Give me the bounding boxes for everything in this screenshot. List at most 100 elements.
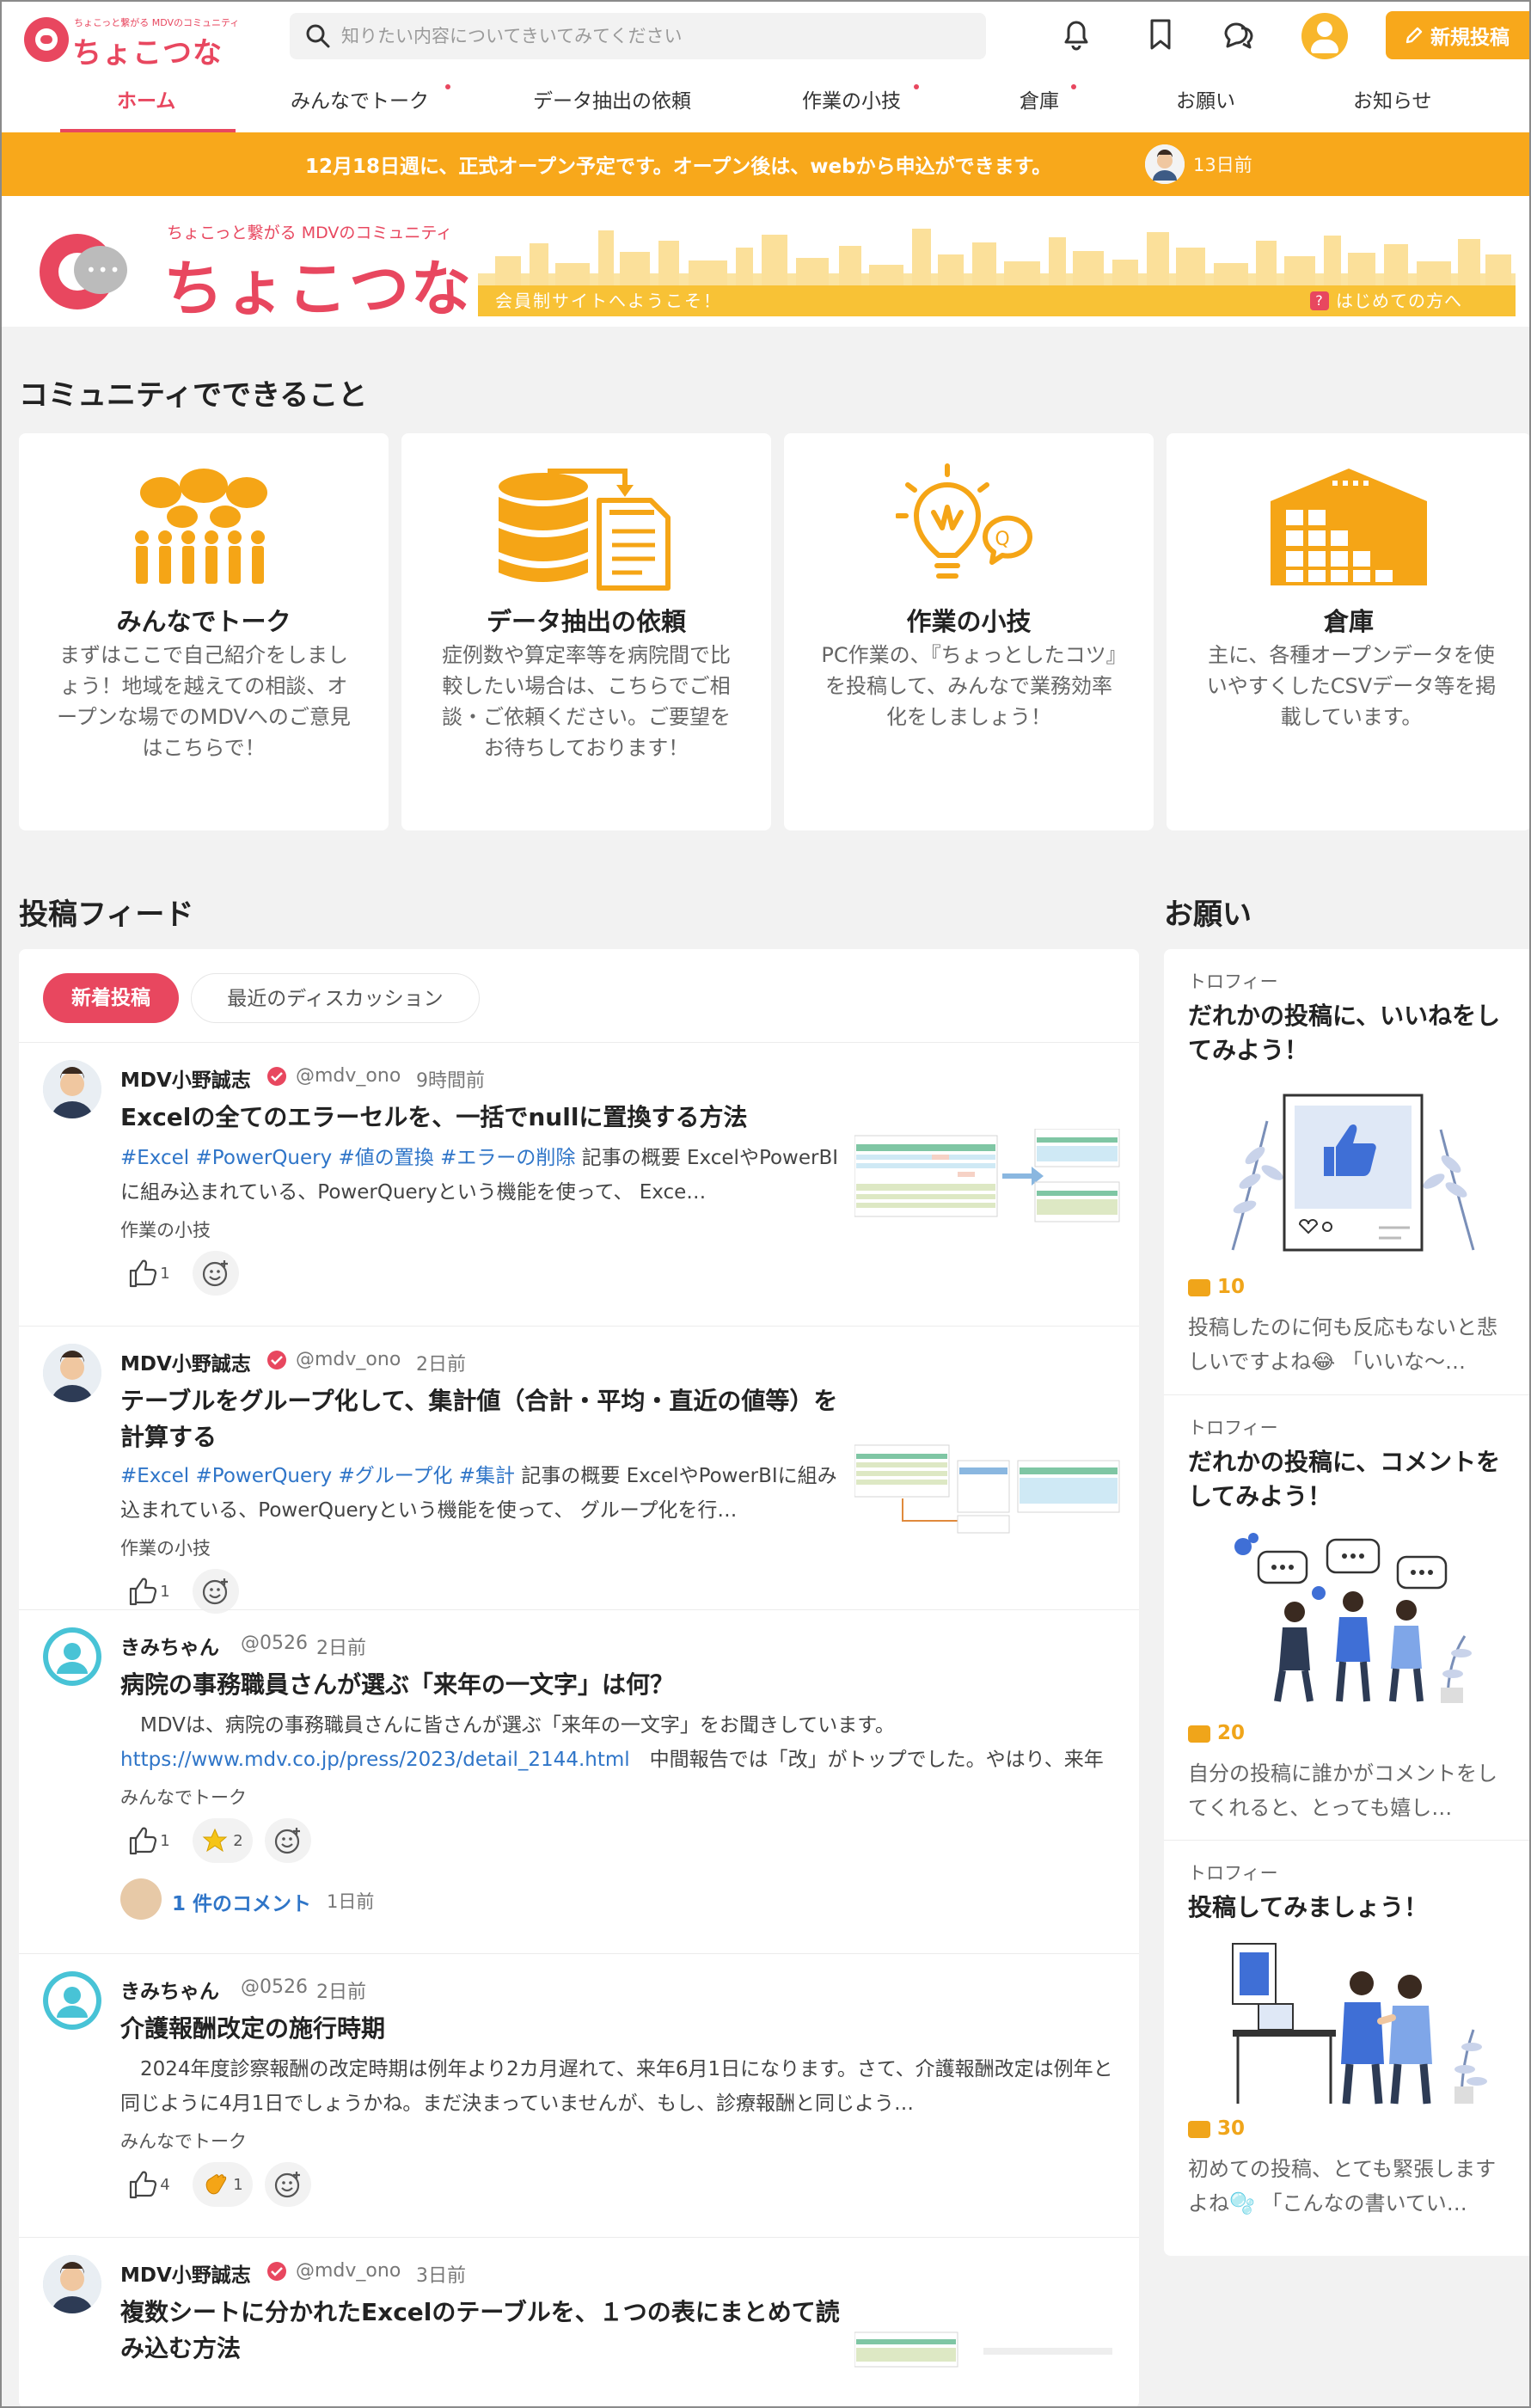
feature-card-warehouse[interactable]: 倉庫 主に、各種オープンデータを使いやすくしたCSVデータ等を掲載しています。 <box>1167 433 1531 830</box>
nav-talk[interactable]: みんなでトーク <box>291 74 429 132</box>
add-reaction-button[interactable] <box>265 1818 311 1863</box>
search-input[interactable] <box>341 13 977 59</box>
feature-card-data-request[interactable]: データ抽出の依頼 症例数や算定率等を病院間で比較したい場合は、こちらでご相談・ご… <box>401 433 771 830</box>
bookmark-icon[interactable] <box>1142 15 1179 53</box>
announcement-text: 12月18日週に、正式オープン予定です。オープン後は、webから申込ができます。 <box>305 156 1052 178</box>
comment-count-link[interactable]: 1 件のコメント <box>172 1887 311 1916</box>
author-avatar[interactable] <box>43 1060 101 1118</box>
nav-data-request[interactable]: データ抽出の依頼 <box>533 74 691 132</box>
post-title[interactable]: 病院の事務職員さんが選ぶ「来年の一文字」は何？ <box>120 1667 1118 1703</box>
announcement-banner[interactable]: 12月18日週に、正式オープン予定です。オープン後は、webから申込ができます。… <box>0 132 1531 196</box>
logo-name: ちょこつな <box>72 36 223 70</box>
feature-title: データ抽出の依頼 <box>486 607 686 636</box>
post-item[interactable]: MDV小野誠志 @mdv_ono 9時間前 Excelの全てのエラーセルを、一括… <box>19 1042 1139 1326</box>
post-excerpt: MDVは、病院の事務職員さんに皆さんが選ぶ「来年の一文字」をお聞きしています。 h… <box>120 1708 1118 1777</box>
add-reaction-button[interactable] <box>193 1569 239 1614</box>
post-category[interactable]: みんなでトーク <box>120 2128 247 2154</box>
post-author[interactable]: MDV小野誠志 <box>120 1347 251 1376</box>
post-item[interactable]: きみちゃん @0526 2日前 病院の事務職員さんが選ぶ「来年の一文字」は何？ … <box>19 1609 1139 1953</box>
trophy-description: 投稿したのに何も反応もないと悲しいですよね😂 「いいな〜… <box>1188 1315 1497 1374</box>
add-reaction-button[interactable] <box>265 2162 311 2207</box>
tab-recent-discussions[interactable]: 最近のディスカッション <box>191 973 480 1023</box>
post-link[interactable]: https://www.mdv.co.jp/press/2023/detail_… <box>120 1749 630 1771</box>
search-box[interactable] <box>290 13 986 59</box>
trophy-card[interactable]: トロフィー だれかの投稿に、コメントをしてみよう！ 20 自分の投稿に誰かがコメ… <box>1164 1394 1531 1840</box>
nav-warehouse[interactable]: 倉庫 <box>1020 74 1059 132</box>
feature-card-talk[interactable]: みんなでトーク まずはここで自己紹介をしましょう！地域を越えての相談、オープンな… <box>19 433 389 830</box>
trophy-card[interactable]: トロフィー だれかの投稿に、いいねをしてみよう！ 10 投稿したのに何も反応もな… <box>1164 949 1531 1394</box>
post-author[interactable]: きみちゃん <box>120 1975 219 2004</box>
post-author[interactable]: MDV小野誠志 <box>120 2258 251 2288</box>
site-logo[interactable]: ちょこっと繋がる MDVのコミュニティ ちょこつな <box>24 12 239 70</box>
post-thumbnail[interactable] <box>854 2315 1121 2408</box>
author-avatar[interactable] <box>43 1627 101 1686</box>
tab-new-posts[interactable]: 新着投稿 <box>43 973 179 1023</box>
post-author[interactable]: MDV小野誠志 <box>120 1063 251 1093</box>
feature-title: 倉庫 <box>1323 607 1374 636</box>
welcome-bar: 会員制サイトへようこそ！ ? はじめての方へ <box>478 285 1516 316</box>
bell-icon[interactable] <box>1057 15 1095 53</box>
like-button[interactable]: 1 <box>120 1818 177 1863</box>
nav-requests[interactable]: お願い <box>1176 74 1235 132</box>
user-avatar[interactable] <box>1301 13 1348 59</box>
post-item[interactable]: きみちゃん @0526 2日前 介護報酬改定の施行時期 2024年度診察報酬の改… <box>19 1953 1139 2237</box>
post-tags[interactable]: #Excel #PowerQuery #値の置換 #エラーの削除 <box>120 1147 575 1169</box>
add-reaction-button[interactable] <box>193 1251 239 1296</box>
post-title[interactable]: Excelの全てのエラーセルを、一括でnullに置換する方法 <box>120 1100 851 1136</box>
star-count: 2 <box>233 1831 243 1850</box>
trophy-coins: 30 <box>1188 2117 1245 2140</box>
feature-card-tips[interactable]: Q 作業の小技 PC作業の、『ちょっとしたコツ』を投稿して、みんなで業務効率化を… <box>784 433 1154 830</box>
post-time: 9時間前 <box>416 1070 485 1092</box>
post-excerpt: 2024年度診察報酬の改定時期は例年より2カ月遅れて、来年6月1日になります。さ… <box>120 2052 1118 2121</box>
post-category[interactable]: みんなでトーク <box>120 1784 247 1810</box>
coin-stack-icon <box>1188 1725 1210 1743</box>
post-item[interactable]: MDV小野誠志 @mdv_ono 3日前 複数シートに分かれたExcelのテーブ… <box>19 2237 1139 2408</box>
thumbs-up-icon <box>130 1259 157 1288</box>
trophy-kind: トロフィー <box>1188 1418 1278 1438</box>
trophy-card[interactable]: トロフィー 投稿してみましょう！ 30 初めての投稿、とても緊張しますよね🫧 「… <box>1164 1840 1531 2256</box>
new-post-button[interactable]: 新規投稿 <box>1386 11 1531 59</box>
main-nav: ホーム みんなでトーク データ抽出の依頼 作業の小技 倉庫 お願い お知らせ <box>0 74 1531 132</box>
search-icon <box>306 24 330 48</box>
nav-home[interactable]: ホーム <box>117 74 175 132</box>
clap-reaction-button[interactable]: 1 <box>193 2162 253 2207</box>
post-category[interactable]: 作業の小技 <box>120 1535 211 1560</box>
author-avatar[interactable] <box>43 1971 101 2030</box>
trophy-description: 初めての投稿、とても緊張しますよね🫧 「こんなの書いてい… <box>1188 2157 1497 2215</box>
verified-badge-icon <box>267 1067 286 1086</box>
requests-section-title: お願い <box>1164 898 1252 932</box>
thumbs-up-icon <box>130 1827 157 1855</box>
star-reaction-button[interactable]: 2 <box>193 1818 253 1863</box>
trophy-kind: トロフィー <box>1188 971 1278 992</box>
post-title[interactable]: 複数シートに分かれたExcelのテーブルを、１つの表にまとめて読み込む方法 <box>120 2295 851 2367</box>
like-button[interactable]: 4 <box>120 2162 177 2207</box>
post-item[interactable]: MDV小野誠志 @mdv_ono 2日前 テーブルをグループ化して、集計値（合計… <box>19 1326 1139 1614</box>
post-tags[interactable]: #Excel #PowerQuery #グループ化 #集計 <box>120 1465 515 1487</box>
like-count: 1 <box>160 1264 170 1283</box>
post-title[interactable]: テーブルをグループ化して、集計値（合計・平均・直近の値等）を計算する <box>120 1383 851 1455</box>
nav-tips[interactable]: 作業の小技 <box>802 74 901 132</box>
post-author[interactable]: きみちゃん <box>120 1631 219 1660</box>
post-title[interactable]: 介護報酬改定の施行時期 <box>120 2011 1118 2047</box>
nav-news[interactable]: お知らせ <box>1353 74 1432 132</box>
post-thumbnail[interactable] <box>854 1129 1121 1227</box>
post-feed: 新着投稿 最近のディスカッション MDV小野誠志 @mdv_ono 9時間前 E… <box>19 949 1139 2408</box>
post-thumbnail[interactable] <box>854 1438 1121 1536</box>
first-time-link[interactable]: ? はじめての方へ <box>1303 285 1462 316</box>
author-avatar[interactable] <box>43 1344 101 1402</box>
post-excerpt: #Excel #PowerQuery #グループ化 #集計 記事の概要 Exce… <box>120 1459 851 1528</box>
post-time: 3日前 <box>416 2265 466 2287</box>
nav-warehouse-dot <box>1071 84 1076 89</box>
people-talk-icon <box>135 469 267 584</box>
default-user-icon <box>43 1971 101 2030</box>
like-button[interactable]: 1 <box>120 1569 177 1614</box>
like-button[interactable]: 1 <box>120 1251 177 1296</box>
database-document-icon <box>499 469 671 591</box>
coin-amount: 10 <box>1217 1276 1246 1298</box>
feature-title: 作業の小技 <box>906 607 1032 636</box>
post-illustration <box>1232 1943 1487 2105</box>
announcer-avatar <box>1145 144 1185 184</box>
author-avatar[interactable] <box>43 2255 101 2313</box>
chat-icon[interactable] <box>1219 15 1257 53</box>
post-category[interactable]: 作業の小技 <box>120 1216 211 1242</box>
